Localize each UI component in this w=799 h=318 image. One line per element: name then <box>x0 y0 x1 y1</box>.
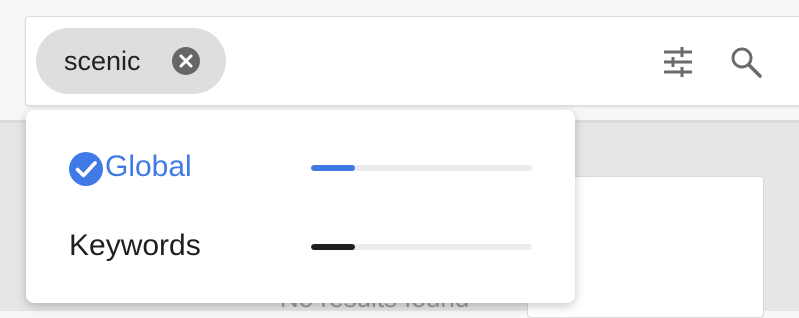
magnifier-icon[interactable] <box>730 46 762 78</box>
relevance-bar <box>311 244 532 250</box>
check-circle-icon <box>68 151 104 187</box>
relevance-bar-fill <box>311 244 356 250</box>
scope-option-label: Keywords <box>69 229 201 262</box>
search-chip[interactable]: scenic <box>36 28 226 94</box>
search-bar[interactable]: scenic <box>25 16 799 106</box>
scope-option-global[interactable]: Global <box>26 132 575 202</box>
close-circle-icon[interactable] <box>172 47 200 75</box>
relevance-bar-fill <box>311 165 356 171</box>
search-chip-label: scenic <box>64 46 141 76</box>
scope-option-label: Global <box>105 150 192 183</box>
relevance-bar <box>311 165 532 171</box>
search-scope-dropdown: Global Keywords <box>26 110 575 303</box>
scope-option-keywords[interactable]: Keywords <box>26 211 575 281</box>
tune-sliders-icon[interactable] <box>662 46 694 78</box>
